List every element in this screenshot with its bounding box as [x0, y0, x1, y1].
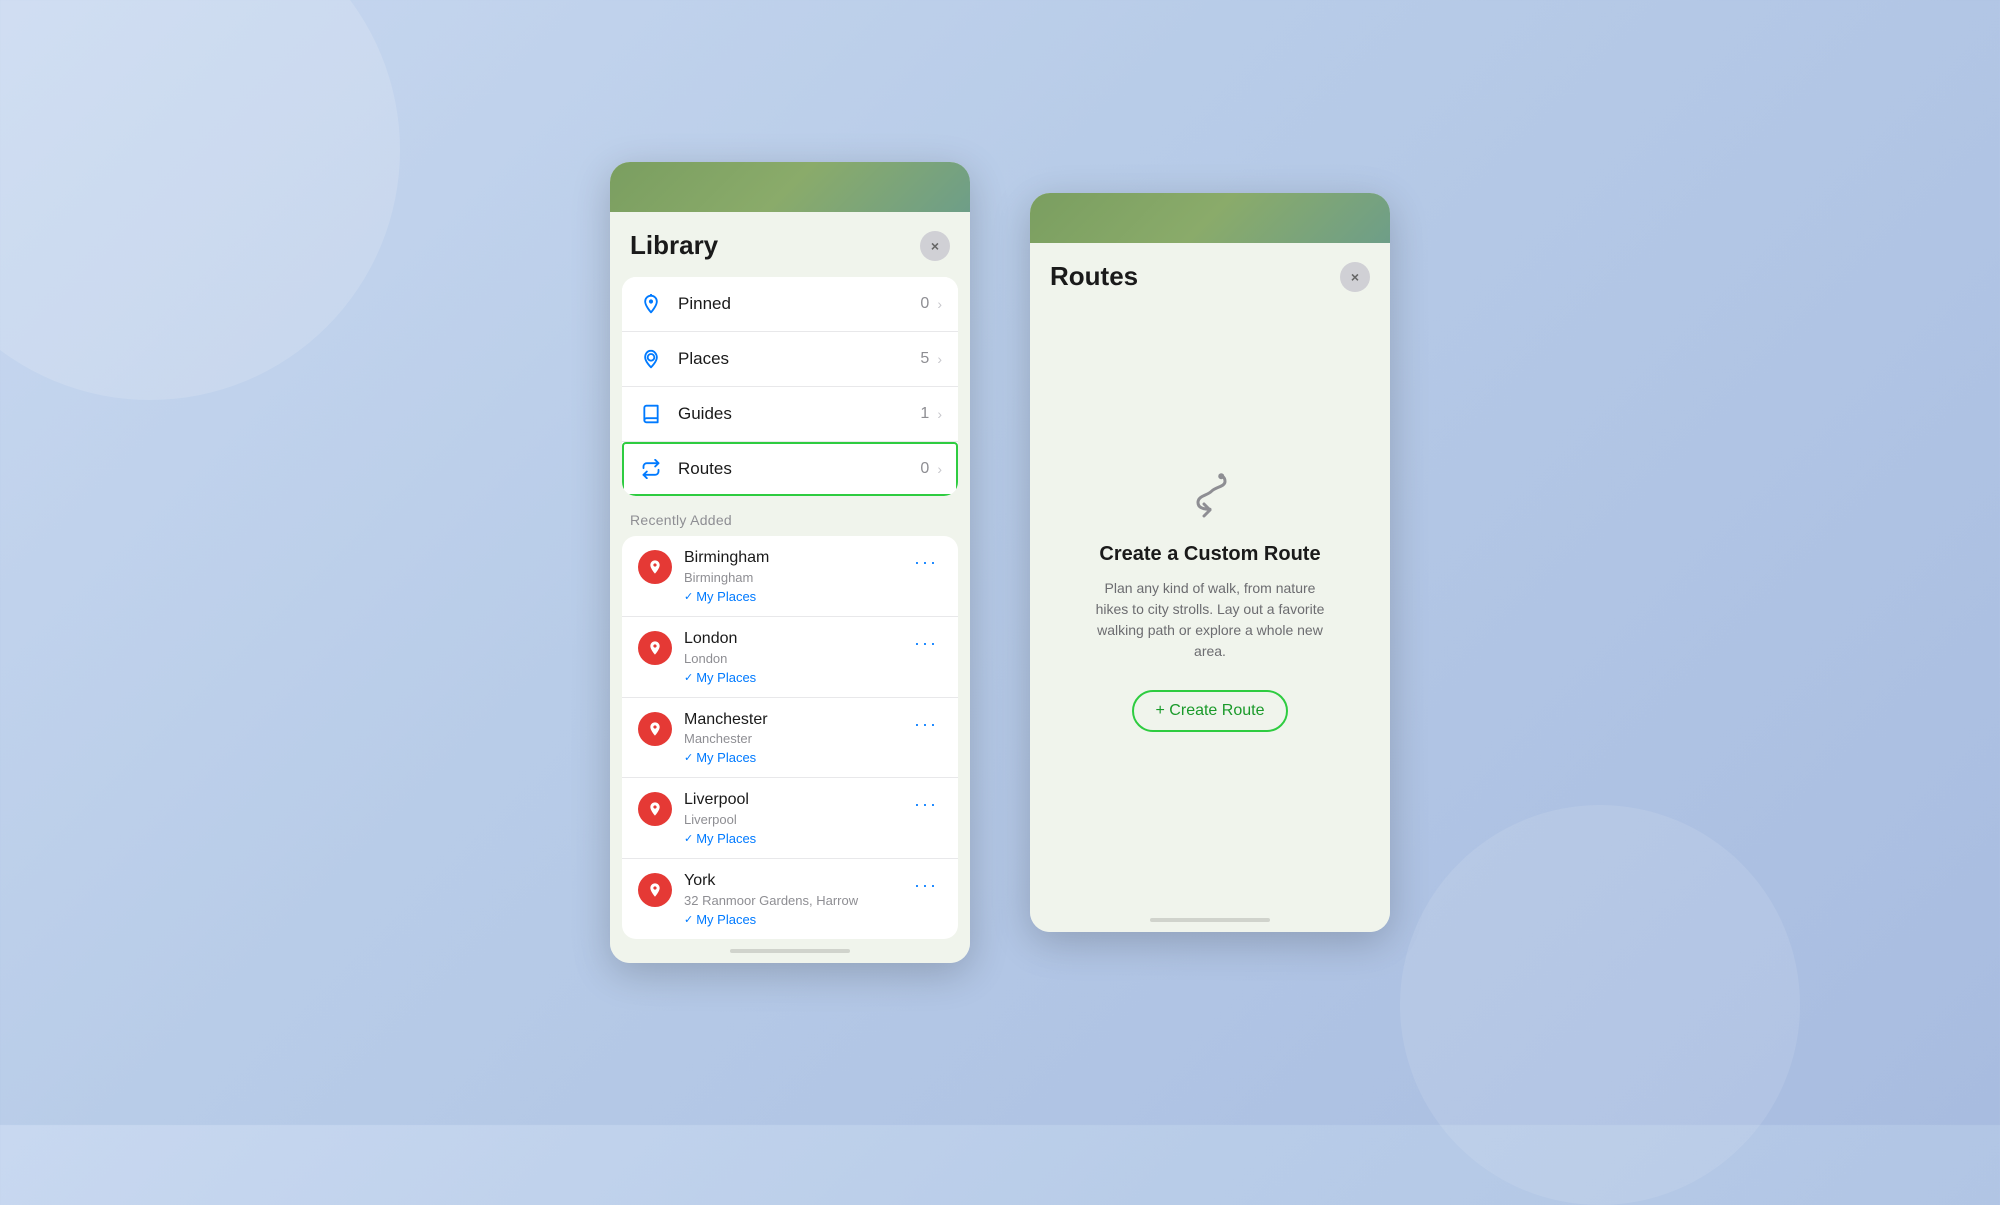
nav-label-guides: Guides [678, 404, 920, 424]
pin-icon [638, 291, 664, 317]
route-empty-icon [1180, 465, 1240, 525]
chevron-routes: › [937, 461, 942, 477]
chevron-guides: › [937, 406, 942, 422]
library-panel: Library × Pinned 0 › [610, 162, 970, 963]
nav-item-guides[interactable]: Guides 1 › [622, 387, 958, 442]
place-name-birmingham: Birmingham [684, 548, 910, 569]
nav-item-places[interactable]: Places 5 › [622, 332, 958, 387]
place-subtitle-york: 32 Ranmoor Gardens, Harrow [684, 893, 910, 908]
more-button-york[interactable]: ··· [910, 875, 942, 896]
more-button-manchester[interactable]: ··· [910, 714, 942, 735]
place-tag-birmingham: My Places [684, 589, 910, 604]
nav-item-routes[interactable]: Routes 0 › [622, 442, 958, 496]
nav-item-pinned[interactable]: Pinned 0 › [622, 277, 958, 332]
library-header: Library × [610, 212, 970, 277]
nav-label-routes: Routes [678, 459, 920, 479]
place-info-birmingham: Birmingham Birmingham My Places [684, 548, 910, 604]
library-map-header [610, 162, 970, 212]
scroll-bar [730, 949, 850, 953]
place-name-york: York [684, 871, 910, 892]
place-subtitle-manchester: Manchester [684, 731, 910, 746]
chevron-places: › [937, 351, 942, 367]
nav-count-places: 5 [920, 350, 929, 368]
recently-added-header: Recently Added [610, 496, 970, 536]
place-pin-london [638, 631, 672, 665]
place-info-london: London London My Places [684, 629, 910, 685]
routes-icon [638, 456, 664, 482]
place-subtitle-birmingham: Birmingham [684, 570, 910, 585]
nav-label-places: Places [678, 349, 920, 369]
place-item-london[interactable]: London London My Places ··· [622, 617, 958, 698]
place-item-york[interactable]: York 32 Ranmoor Gardens, Harrow My Place… [622, 859, 958, 939]
place-tag-manchester: My Places [684, 750, 910, 765]
library-scroll-indicator [610, 939, 970, 963]
place-pin-york [638, 873, 672, 907]
routes-scroll-indicator [1030, 908, 1390, 932]
place-item-manchester[interactable]: Manchester Manchester My Places ··· [622, 698, 958, 779]
nav-label-pinned: Pinned [678, 294, 920, 314]
routes-empty-description: Plan any kind of walk, from nature hikes… [1090, 578, 1330, 662]
place-pin-liverpool [638, 792, 672, 826]
place-info-york: York 32 Ranmoor Gardens, Harrow My Place… [684, 871, 910, 927]
routes-body: Create a Custom Route Plan any kind of w… [1030, 308, 1390, 908]
routes-header: Routes × [1030, 243, 1390, 308]
place-item-liverpool[interactable]: Liverpool Liverpool My Places ··· [622, 778, 958, 859]
place-tag-london: My Places [684, 670, 910, 685]
routes-map-header [1030, 193, 1390, 243]
routes-title: Routes [1050, 261, 1138, 292]
library-nav-list: Pinned 0 › Places 5 › [622, 277, 958, 496]
place-name-london: London [684, 629, 910, 650]
place-subtitle-liverpool: Liverpool [684, 812, 910, 827]
place-info-liverpool: Liverpool Liverpool My Places [684, 790, 910, 846]
place-pin-manchester [638, 712, 672, 746]
place-item-birmingham[interactable]: Birmingham Birmingham My Places ··· [622, 536, 958, 617]
place-pin-birmingham [638, 550, 672, 584]
places-list: Birmingham Birmingham My Places ··· Lond… [622, 536, 958, 939]
more-button-london[interactable]: ··· [910, 633, 942, 654]
place-info-manchester: Manchester Manchester My Places [684, 710, 910, 766]
place-subtitle-london: London [684, 651, 910, 666]
place-tag-liverpool: My Places [684, 831, 910, 846]
nav-count-pinned: 0 [920, 295, 929, 313]
places-icon [638, 346, 664, 372]
library-title: Library [630, 230, 718, 261]
nav-count-routes: 0 [920, 460, 929, 478]
routes-close-button[interactable]: × [1340, 262, 1370, 292]
place-name-manchester: Manchester [684, 710, 910, 731]
routes-empty-title: Create a Custom Route [1099, 543, 1320, 566]
more-button-liverpool[interactable]: ··· [910, 794, 942, 815]
routes-panel: Routes × Create a Custom Route Plan any … [1030, 193, 1390, 932]
routes-scroll-bar [1150, 918, 1270, 922]
place-tag-york: My Places [684, 912, 910, 927]
more-button-birmingham[interactable]: ··· [910, 552, 942, 573]
create-route-button[interactable]: + Create Route [1132, 690, 1289, 732]
chevron-pinned: › [937, 296, 942, 312]
library-close-button[interactable]: × [920, 231, 950, 261]
nav-count-guides: 1 [920, 405, 929, 423]
guides-icon [638, 401, 664, 427]
place-name-liverpool: Liverpool [684, 790, 910, 811]
